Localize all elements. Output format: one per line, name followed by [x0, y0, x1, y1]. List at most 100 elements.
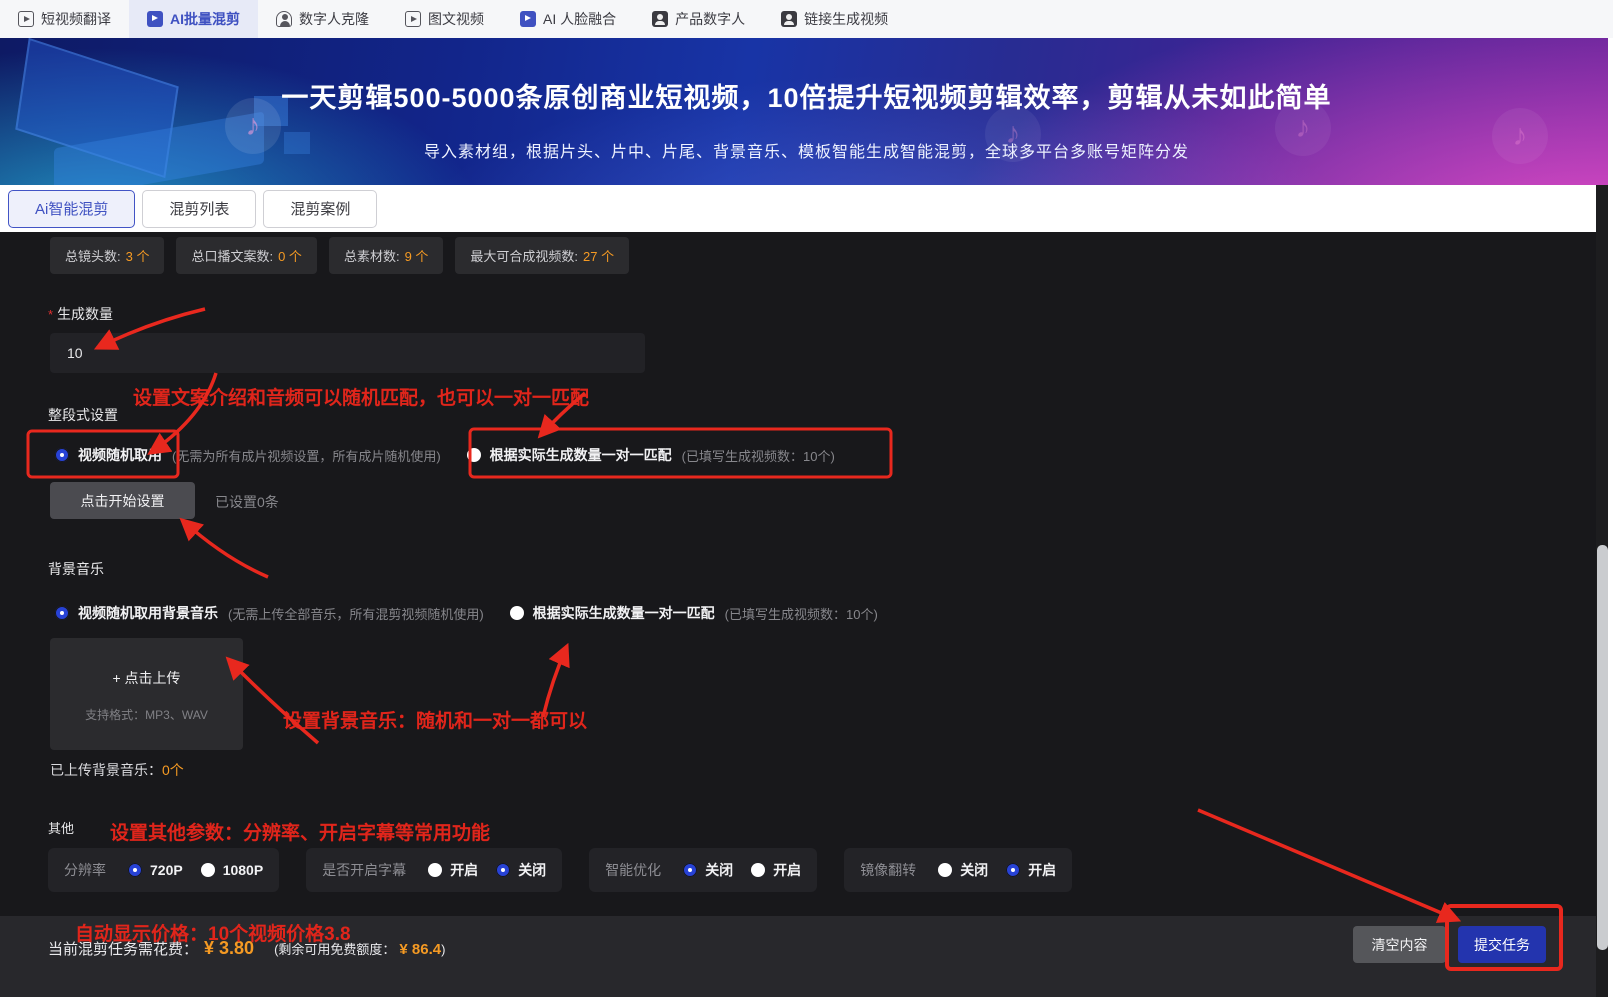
radio-optimize-on[interactable] — [751, 863, 765, 877]
bgm-options-row: 视频随机取用背景音乐 (无需上传全部音乐，所有混剪视频随机使用) 根据实际生成数… — [55, 603, 878, 623]
smart-optimize-group: 智能优化 关闭 开启 — [589, 848, 817, 892]
stats-row: 总镜头数:3 个 总口播文案数: 0 个 总素材数: 9 个 最大可合成视频数: 27… — [50, 237, 629, 274]
stat-max-videos: 最大可合成视频数: 27 个 — [455, 237, 629, 274]
nav-item-link-to-video[interactable]: 链接生成视频 — [763, 0, 906, 38]
nav-item-digital-human-clone[interactable]: 数字人克隆 — [258, 0, 387, 38]
nav-item-ai-face-blend[interactable]: AI 人脸融合 — [502, 0, 634, 38]
radio-bgm-random[interactable] — [55, 606, 69, 620]
upload-button-label: + 点击上传 — [50, 668, 243, 688]
scrollbar-thumb[interactable] — [1597, 545, 1608, 950]
tab-ai-smart-mix[interactable]: Ai智能混剪 — [8, 190, 135, 228]
upload-format-hint: 支持格式：MP3、WAV — [50, 706, 243, 723]
stat-label: 总素材数: — [344, 246, 400, 265]
bgm-label: 背景音乐 — [48, 559, 104, 579]
start-setting-button[interactable]: 点击开始设置 — [50, 482, 195, 519]
banner-subtitle: 导入素材组，根据片头、片中、片尾、背景音乐、模板智能生成智能混剪，全球多平台多账… — [0, 138, 1613, 162]
stat-label: 总镜头数: — [65, 246, 121, 265]
generate-count-label: *生成数量 — [48, 304, 113, 324]
annotation-match-modes: 设置文案介绍和音频可以随机匹配，也可以一对一匹配 — [133, 383, 589, 410]
app-window: 总镜头数:3 个 总口播文案数: 0 个 总素材数: 9 个 最大可合成视频数: 27… — [0, 0, 1613, 997]
nav-label: 图文视频 — [428, 9, 484, 29]
submit-task-button[interactable]: 提交任务 — [1458, 926, 1546, 963]
stat-value: 27 个 — [583, 246, 614, 265]
radio-label: 根据实际生成数量一对一匹配 — [533, 603, 715, 623]
subtitle-group: 是否开启字幕 开启 关闭 — [306, 848, 562, 892]
option-label: 关闭 — [518, 860, 546, 880]
group-label: 分辨率 — [64, 860, 106, 880]
stat-label: 最大可合成视频数: — [470, 246, 578, 265]
group-label: 是否开启字幕 — [322, 860, 406, 880]
nav-item-video-translate[interactable]: 短视频翻译 — [0, 0, 129, 38]
annotation-auto-price: 自动显示价格：10个视频价格3.8 — [75, 919, 351, 946]
avatar-square-icon — [652, 11, 668, 27]
play-square-icon — [405, 11, 421, 27]
radio-subtitle-on[interactable] — [428, 863, 442, 877]
other-section-label: 其他 — [48, 818, 74, 837]
option-label: 开启 — [450, 860, 478, 880]
nav-label: 产品数字人 — [675, 9, 745, 29]
stat-total-scripts: 总口播文案数: 0 个 — [176, 237, 316, 274]
radio-subtitle-off[interactable] — [496, 863, 510, 877]
radio-optimize-off[interactable] — [683, 863, 697, 877]
nav-label: 短视频翻译 — [41, 9, 111, 29]
other-options-row: 分辨率 720P 1080P 是否开启字幕 开启 关闭 智能优化 关闭 开启 镜… — [48, 848, 1072, 892]
required-mark: * — [48, 307, 53, 322]
radio-hint: (已填写生成视频数：10个) — [682, 446, 835, 465]
option-label: 720P — [150, 862, 183, 878]
face-blend-icon — [520, 11, 536, 27]
option-label: 开启 — [773, 860, 801, 880]
annotation-other-params: 设置其他参数：分辨率、开启字幕等常用功能 — [110, 818, 490, 845]
resolution-group: 分辨率 720P 1080P — [48, 848, 279, 892]
radio-hint: (已填写生成视频数：10个) — [725, 604, 878, 623]
annotation-bgm-modes: 设置背景音乐：随机和一对一都可以 — [283, 706, 587, 733]
segment-options-row: 视频随机取用 (无需为所有成片视频设置，所有成片随机使用) 根据实际生成数量一对… — [55, 445, 835, 465]
radio-hint: (无需为所有成片视频设置，所有成片随机使用) — [172, 446, 441, 465]
quota-value: ¥ 86.4 — [399, 941, 441, 958]
radio-hint: (无需上传全部音乐，所有混剪视频随机使用) — [228, 604, 484, 623]
play-square-icon — [18, 11, 34, 27]
stat-total-shots: 总镜头数:3 个 — [50, 237, 164, 274]
group-label: 镜像翻转 — [860, 860, 916, 880]
nav-label: AI批量混剪 — [170, 9, 240, 29]
radio-label: 根据实际生成数量一对一匹配 — [490, 445, 672, 465]
clear-content-button[interactable]: 清空内容 — [1353, 926, 1446, 963]
link-video-icon — [781, 11, 797, 27]
radio-label: 视频随机取用 — [78, 445, 162, 465]
stat-value: 0 个 — [278, 246, 302, 265]
section-tabs: Ai智能混剪 混剪列表 混剪案例 — [0, 185, 1613, 232]
nav-item-image-text-video[interactable]: 图文视频 — [387, 0, 502, 38]
stat-label: 总口播文案数: — [191, 246, 273, 265]
option-label: 关闭 — [960, 860, 988, 880]
nav-item-product-digital-human[interactable]: 产品数字人 — [634, 0, 763, 38]
radio-video-random[interactable] — [55, 448, 69, 462]
option-label: 1080P — [223, 862, 263, 878]
banner-title: 一天剪辑500-5000条原创商业短视频，10倍提升短视频剪辑效率，剪辑从未如此… — [0, 76, 1613, 115]
nav-label: 数字人克隆 — [299, 9, 369, 29]
nav-label: AI 人脸融合 — [543, 9, 616, 29]
tab-mix-cases[interactable]: 混剪案例 — [263, 190, 377, 228]
stat-total-materials: 总素材数: 9 个 — [329, 237, 443, 274]
video-clip-icon — [147, 11, 163, 27]
radio-bgm-one-to-one[interactable] — [510, 606, 524, 620]
stat-value: 9 个 — [405, 246, 429, 265]
radio-mirror-on[interactable] — [1006, 863, 1020, 877]
tab-mix-list[interactable]: 混剪列表 — [142, 190, 256, 228]
generate-count-input[interactable] — [50, 333, 645, 373]
nav-label: 链接生成视频 — [804, 9, 888, 29]
segment-settings-label: 整段式设置 — [48, 405, 118, 425]
radio-1080p[interactable] — [201, 863, 215, 877]
radio-label: 视频随机取用背景音乐 — [78, 603, 218, 623]
radio-720p[interactable] — [128, 863, 142, 877]
person-icon — [276, 11, 292, 27]
top-navbar: 短视频翻译 AI批量混剪 数字人克隆 图文视频 AI 人脸融合 产品数字人 链接… — [0, 0, 1613, 38]
hero-banner: ♪ ♪ ♪ ♪ 一天剪辑500-5000条原创商业短视频，10倍提升短视频剪辑效… — [0, 38, 1613, 185]
option-label: 开启 — [1028, 860, 1056, 880]
uploaded-bgm-count: 已上传背景音乐：0个 — [50, 760, 184, 780]
radio-mirror-off[interactable] — [938, 863, 952, 877]
group-label: 智能优化 — [605, 860, 661, 880]
mix-settings-panel: 总镜头数:3 个 总口播文案数: 0 个 总素材数: 9 个 最大可合成视频数: 27… — [0, 232, 1613, 916]
radio-one-to-one[interactable] — [467, 448, 481, 462]
bgm-upload-dropzone[interactable]: + 点击上传 支持格式：MP3、WAV — [50, 638, 243, 750]
mirror-flip-group: 镜像翻转 关闭 开启 — [844, 848, 1072, 892]
nav-item-ai-batch-mix[interactable]: AI批量混剪 — [129, 0, 258, 38]
